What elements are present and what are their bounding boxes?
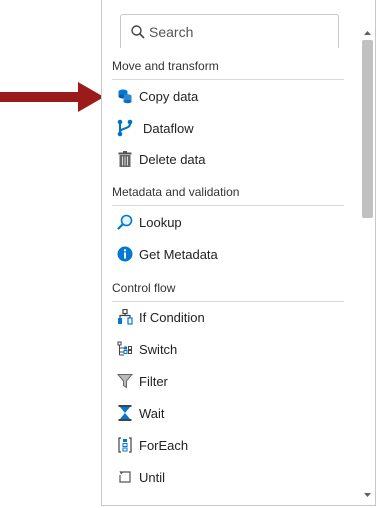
activity-label: Lookup: [139, 214, 182, 230]
search-box[interactable]: [120, 14, 339, 48]
activity-label: If Condition: [139, 309, 205, 325]
activity-filter[interactable]: Filter: [112, 368, 344, 394]
trash-icon: [116, 150, 134, 168]
hourglass-icon: [116, 404, 134, 422]
scrollbar-thumb[interactable]: [362, 40, 373, 218]
scroll-down-arrow-icon[interactable]: [361, 490, 374, 500]
activities-panel: Move and transform Copy data Dataf: [101, 0, 376, 506]
switch-icon: [116, 340, 134, 358]
activity-label: ForEach: [139, 437, 189, 453]
activity-copy-data[interactable]: Copy data: [112, 83, 344, 109]
foreach-icon: [116, 436, 134, 454]
if-condition-icon: [116, 308, 134, 326]
filter-icon: [116, 372, 134, 390]
activity-delete-data[interactable]: Delete data: [112, 146, 344, 172]
section-header-move-transform: Move and transform: [112, 58, 344, 80]
copy-data-icon: [116, 87, 134, 105]
activity-dataflow[interactable]: Dataflow: [112, 115, 344, 141]
until-icon: [116, 468, 134, 486]
activity-wait[interactable]: Wait: [112, 400, 344, 426]
magnifier-icon: [116, 213, 134, 231]
dataflow-icon: [116, 119, 134, 137]
activity-label: Delete data: [139, 151, 206, 167]
activity-label: Wait: [139, 405, 165, 421]
activity-label: Switch: [139, 341, 178, 357]
activity-until[interactable]: Until: [112, 464, 344, 490]
activity-lookup[interactable]: Lookup: [112, 209, 344, 235]
annotation-arrow: [0, 82, 104, 112]
info-icon: [116, 245, 134, 263]
activity-label: Get Metadata: [139, 246, 218, 262]
activity-label: Dataflow: [143, 120, 194, 136]
activity-get-metadata[interactable]: Get Metadata: [112, 241, 344, 267]
activity-if-condition[interactable]: If Condition: [112, 304, 344, 330]
activity-label: Until: [139, 469, 166, 485]
activity-label: Filter: [139, 373, 168, 389]
activity-switch[interactable]: Switch: [112, 336, 344, 362]
vertical-scrollbar[interactable]: [361, 28, 374, 500]
search-input[interactable]: [149, 21, 329, 43]
section-header-control-flow: Control flow: [112, 280, 344, 302]
activity-foreach[interactable]: ForEach: [112, 432, 344, 458]
scroll-up-arrow-icon[interactable]: [361, 28, 374, 38]
activity-label: Copy data: [139, 88, 199, 104]
section-header-metadata-validation: Metadata and validation: [112, 184, 344, 206]
search-icon: [131, 25, 145, 39]
